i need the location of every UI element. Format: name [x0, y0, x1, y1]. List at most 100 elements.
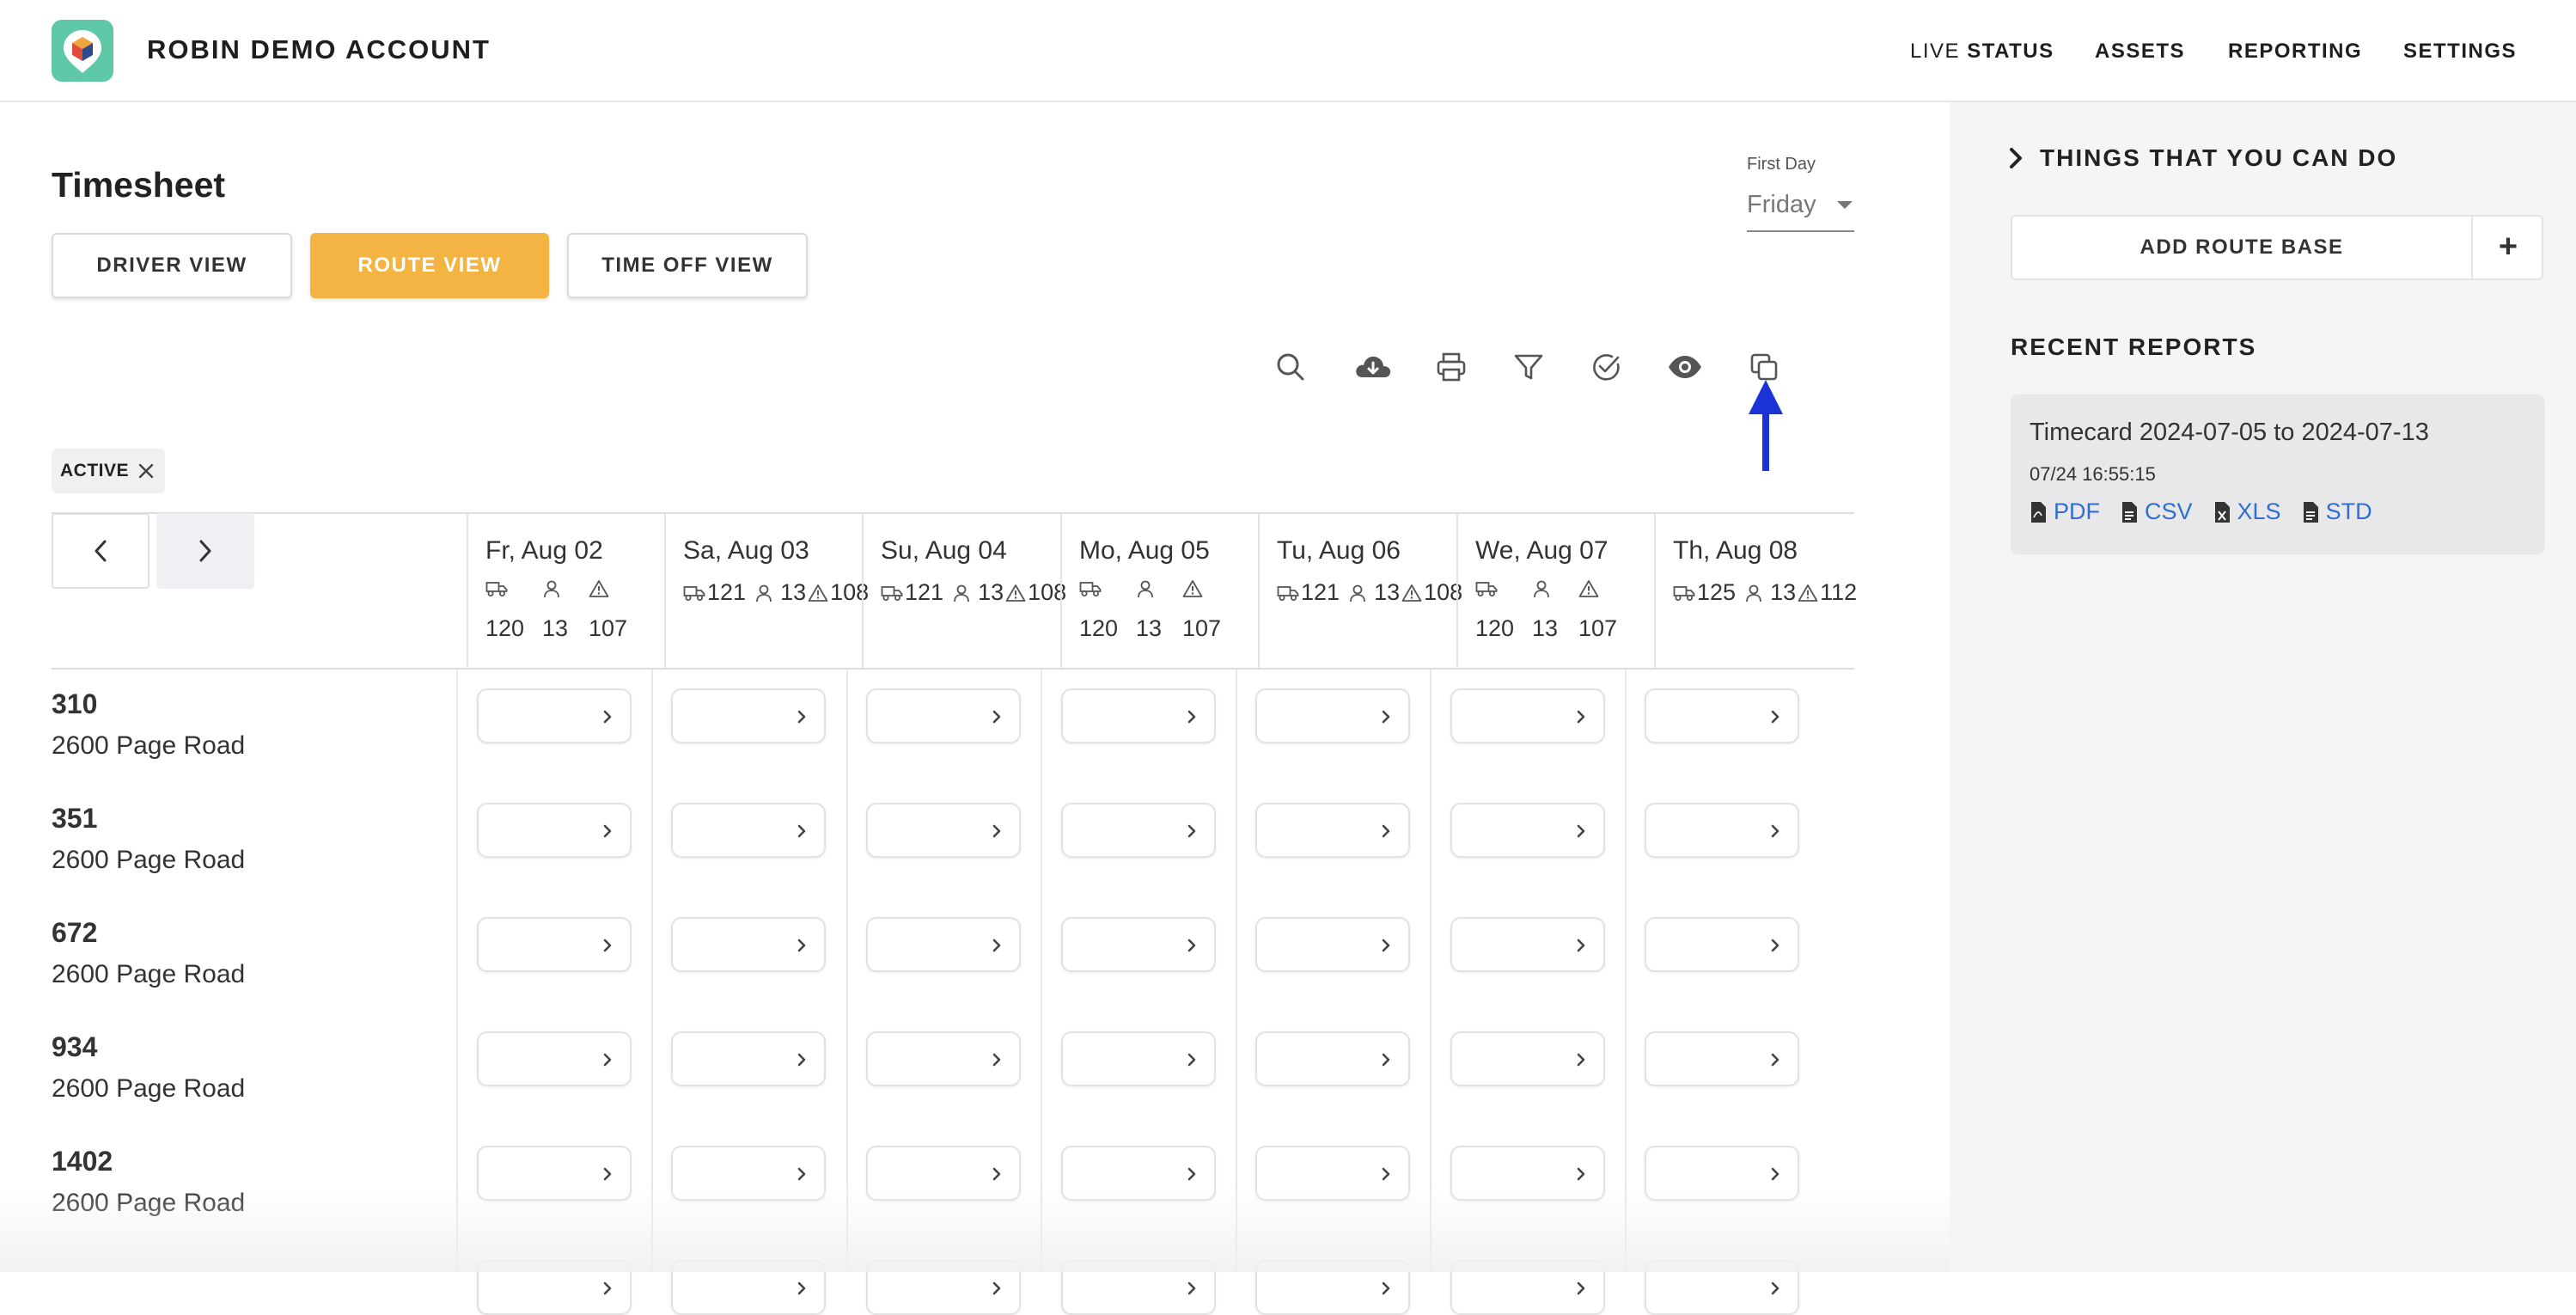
- chevron-right-icon: [1577, 1167, 1585, 1181]
- timesheet-cell-button[interactable]: [1645, 688, 1799, 743]
- timesheet-cell-button[interactable]: [1450, 917, 1605, 972]
- chevron-right-icon: [1382, 1281, 1390, 1295]
- column-summary: 121 13 108: [683, 579, 869, 606]
- driver-view-button[interactable]: DRIVER VIEW: [52, 233, 292, 298]
- chevron-right-icon: [603, 710, 612, 724]
- add-route-base-button[interactable]: ADD ROUTE BASE: [2012, 217, 2471, 278]
- filter-icon: [1514, 354, 1543, 380]
- print-button[interactable]: [1435, 351, 1468, 383]
- chevron-right-icon: [1382, 824, 1390, 838]
- chevron-right-icon: [797, 1281, 806, 1295]
- timesheet-cell-button[interactable]: [477, 917, 632, 972]
- close-icon[interactable]: [137, 462, 155, 480]
- timesheet-cell-button[interactable]: [1061, 1031, 1216, 1086]
- timesheet-cell-button[interactable]: [477, 803, 632, 858]
- timesheet-cell-button[interactable]: [1255, 803, 1410, 858]
- chevron-right-icon: [797, 939, 806, 952]
- nav-settings[interactable]: SETTINGS: [2403, 40, 2517, 64]
- person-icon: [756, 584, 772, 602]
- report-link-csv[interactable]: CSV: [2121, 498, 2193, 525]
- timesheet-cell-button[interactable]: [1255, 688, 1410, 743]
- scroll-fade: [0, 1186, 1950, 1272]
- top-header: ROBIN DEMO ACCOUNT LIVE STATUS ASSETS RE…: [0, 0, 2576, 102]
- route-view-button[interactable]: ROUTE VIEW: [310, 233, 549, 298]
- timesheet-cell-button[interactable]: [477, 1031, 632, 1086]
- check-circle-icon: [1593, 354, 1620, 381]
- vehicle-count: 121: [905, 579, 944, 605]
- search-button[interactable]: [1274, 351, 1307, 383]
- timesheet-cell-button[interactable]: [1061, 803, 1216, 858]
- grid-column-divider: [1430, 670, 1431, 1272]
- timesheet-cell-button[interactable]: [671, 803, 826, 858]
- timesheet-cell-button[interactable]: [1645, 803, 1799, 858]
- timesheet-cell-button[interactable]: [1061, 917, 1216, 972]
- warning-icon: [808, 584, 828, 602]
- report-link-pdf[interactable]: PDF: [2030, 498, 2100, 525]
- recent-reports-title: RECENT REPORTS: [2011, 333, 2257, 360]
- vehicle-count: 121: [1301, 579, 1340, 605]
- chevron-right-icon: [603, 939, 612, 952]
- timesheet-cell-button[interactable]: [1645, 917, 1799, 972]
- timesheet-cell-button[interactable]: [866, 1031, 1021, 1086]
- date-column-header: Fr, Aug 02 120 13 107: [467, 514, 664, 668]
- timesheet-cell-button[interactable]: [1450, 803, 1605, 858]
- timesheet-cell-button[interactable]: [1255, 917, 1410, 972]
- timesheet-cell-button[interactable]: [671, 917, 826, 972]
- timesheet-cell-button[interactable]: [1450, 1031, 1605, 1086]
- chevron-right-icon: [1771, 710, 1779, 724]
- account-name: ROBIN DEMO ACCOUNT: [147, 34, 491, 64]
- visibility-button[interactable]: [1667, 351, 1703, 383]
- approve-button[interactable]: [1590, 351, 1622, 383]
- driver-count: 13: [1770, 579, 1797, 605]
- cloud-download-icon: [1356, 356, 1391, 377]
- time-off-view-button[interactable]: TIME OFF VIEW: [567, 233, 808, 298]
- nav-reporting[interactable]: REPORTING: [2228, 40, 2362, 64]
- vehicle-count: 120: [1475, 615, 1515, 641]
- timesheet-cell-button[interactable]: [477, 688, 632, 743]
- nav-assets[interactable]: ASSETS: [2095, 40, 2185, 64]
- pdf-file-icon: [2031, 501, 2046, 523]
- date-column-header: We, Aug 07 120 13 107: [1456, 514, 1654, 668]
- grid-column-divider: [1625, 670, 1627, 1272]
- chevron-right-icon: [1187, 1281, 1196, 1295]
- timesheet-cell-button[interactable]: [1450, 688, 1605, 743]
- add-route-base-plus-button[interactable]: +: [2471, 217, 2543, 278]
- column-summary-values: 120 13 107: [1079, 615, 1225, 642]
- chevron-right-icon: [1577, 710, 1585, 724]
- timesheet-cell-button[interactable]: [671, 1031, 826, 1086]
- filter-button[interactable]: [1512, 351, 1545, 383]
- warning-icon: [589, 580, 609, 597]
- nav-live-status[interactable]: LIVE STATUS: [1910, 40, 2054, 64]
- route-address: 2600 Page Road: [52, 1074, 246, 1103]
- timesheet-cell-button[interactable]: [866, 803, 1021, 858]
- filter-chip-label: ACTIVE: [60, 461, 130, 480]
- timesheet-cell-button[interactable]: [1255, 1031, 1410, 1086]
- chevron-right-icon: [992, 1281, 1001, 1295]
- timesheet-cell-button[interactable]: [1061, 688, 1216, 743]
- cube-pin-icon: [64, 30, 101, 73]
- driver-count: 13: [542, 615, 569, 641]
- chevron-right-icon: [797, 1053, 806, 1067]
- first-day-label: First Day: [1747, 155, 1816, 174]
- date-column-header: Tu, Aug 06 121 13 108: [1258, 514, 1462, 668]
- route-number: 672: [52, 917, 98, 948]
- previous-week-button[interactable]: [52, 513, 150, 589]
- column-date: Tu, Aug 06: [1277, 536, 1401, 565]
- things-you-can-do-toggle[interactable]: THINGS THAT YOU CAN DO: [2009, 144, 2397, 172]
- app-logo[interactable]: [52, 20, 113, 82]
- report-link-std[interactable]: STD: [2302, 498, 2372, 525]
- timesheet-cell-button[interactable]: [866, 917, 1021, 972]
- first-day-select[interactable]: Friday: [1747, 182, 1854, 232]
- grid-column-divider: [1236, 670, 1237, 1272]
- warning-icon: [1005, 584, 1026, 602]
- timesheet-cell-button[interactable]: [1645, 1031, 1799, 1086]
- recent-report-card: Timecard 2024-07-05 to 2024-07-13 07/24 …: [2011, 394, 2545, 554]
- chevron-right-icon: [603, 1053, 612, 1067]
- timesheet-cell-button[interactable]: [866, 688, 1021, 743]
- download-button[interactable]: [1353, 351, 1393, 383]
- timesheet-cell-button[interactable]: [671, 688, 826, 743]
- print-icon: [1437, 352, 1466, 382]
- next-week-button[interactable]: [156, 513, 254, 589]
- report-link-xls[interactable]: XLS: [2213, 498, 2281, 525]
- page-title: Timesheet: [52, 165, 226, 205]
